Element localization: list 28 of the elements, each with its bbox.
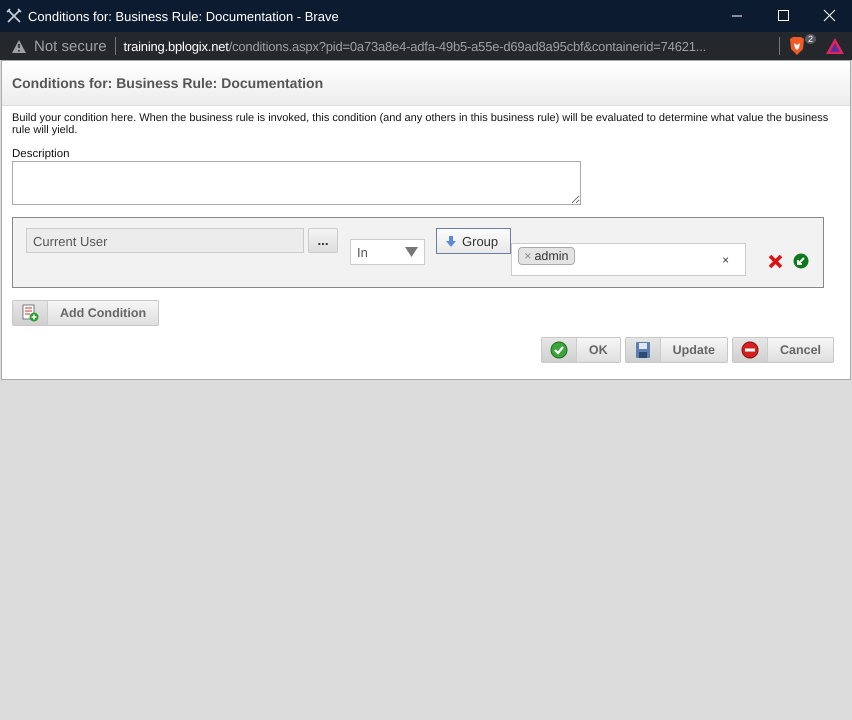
add-condition-button[interactable]: Add Condition <box>12 300 160 326</box>
ok-button[interactable]: OK <box>540 337 621 363</box>
field-label: Description <box>11 147 71 160</box>
triangle-icon[interactable] <box>826 38 844 54</box>
browse-button[interactable]: ... <box>308 228 338 253</box>
intro-text: Build your condition here. When the business rule is invoked, this condition (and any others in this business rule) will be evaluated to determine what value the business rule will yield. <box>11 111 830 136</box>
update-button[interactable]: Update <box>624 337 728 363</box>
window-title: Conditions for: Business Rule: Documentation - Brave <box>28 8 340 24</box>
tag-input[interactable]: × admin × <box>511 243 746 276</box>
url-text[interactable]: training.bplogix.net/conditions.aspx?pid=0a73a8e4-adfa-49b5-a55e-d69ad8a95cbf&containerid=74621... <box>124 38 771 54</box>
tag-chip[interactable]: × admin <box>518 247 574 265</box>
arrow-circle-icon[interactable] <box>793 253 810 269</box>
dropdown-arrow-icon <box>405 247 418 257</box>
security-label[interactable]: Not secure <box>34 38 107 54</box>
group-button[interactable]: Group <box>436 228 512 254</box>
field-input[interactable]: Current User <box>26 228 304 253</box>
delete-icon[interactable] <box>768 254 784 268</box>
warning-icon <box>12 40 26 52</box>
check-icon <box>550 341 568 359</box>
description-field[interactable] <box>12 161 581 205</box>
crossed-swords-icon <box>6 8 22 24</box>
down-arrow-icon <box>446 236 456 246</box>
list-add-icon <box>21 304 39 322</box>
clear-button[interactable]: × <box>722 253 730 267</box>
operator-dropdown[interactable]: In <box>350 239 425 265</box>
cancel-button[interactable]: Cancel <box>732 337 834 363</box>
no-entry-icon <box>741 341 759 359</box>
count-badge: 2 <box>804 34 816 44</box>
